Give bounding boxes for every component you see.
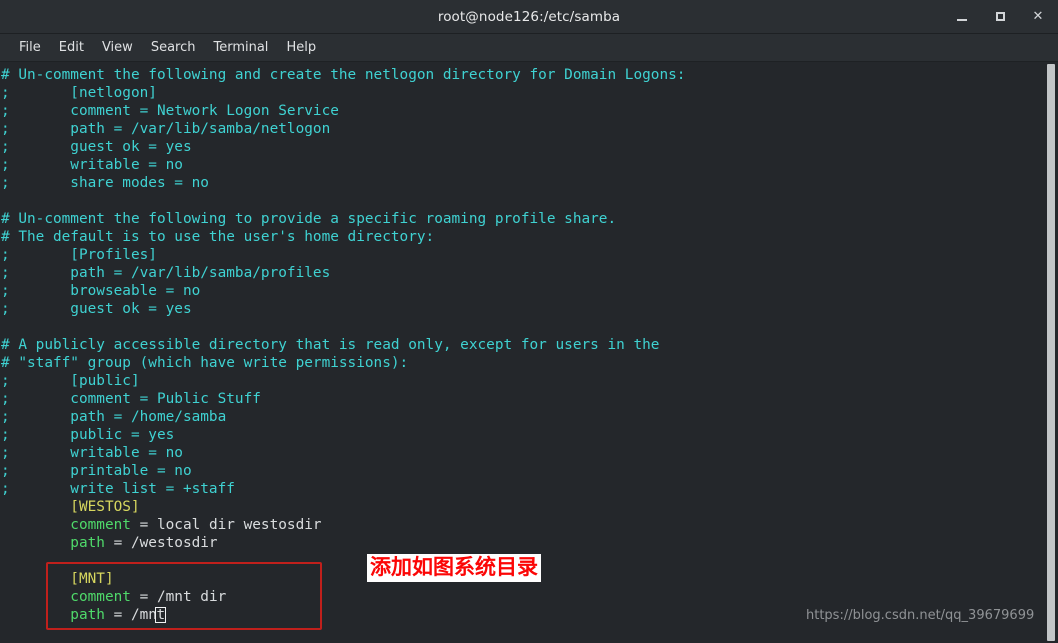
close-icon[interactable]: ✕	[1030, 9, 1046, 25]
editor-line: comment = /mnt dir	[1, 588, 685, 606]
title-bar: root@node126:/etc/samba ✕	[0, 0, 1058, 34]
editor-line-segment: # Un-comment the following to provide a …	[1, 211, 617, 227]
editor-line: ; path = /var/lib/samba/netlogon	[1, 120, 685, 138]
editor-line: ; comment = Network Logon Service	[1, 102, 685, 120]
editor-line: # Un-comment the following and create th…	[1, 66, 685, 84]
editor-line: [WESTOS]	[1, 498, 685, 516]
editor-line-segment: = /mnt dir	[130, 589, 227, 605]
menu-item-view[interactable]: View	[93, 38, 142, 57]
editor-line-segment: ; browseable = no	[1, 283, 201, 299]
text-cursor: t	[155, 607, 167, 623]
editor-line-segment: # A publicly accessible directory that i…	[1, 337, 660, 353]
editor-line-segment: path	[1, 535, 105, 551]
vim-status-line: "/etc/samba/smb.conf" 320L, 11428C 320,1…	[0, 622, 1058, 643]
editor-line-segment: = /westosdir	[104, 535, 218, 551]
editor-line: ; browseable = no	[1, 282, 685, 300]
menu-item-edit[interactable]: Edit	[50, 38, 93, 57]
editor-line: # The default is to use the user's home …	[1, 228, 685, 246]
editor-line: ; share modes = no	[1, 174, 685, 192]
editor-line-segment: [WESTOS]	[1, 499, 140, 515]
editor-line-segment: ; writable = no	[1, 157, 183, 173]
editor-line: ; guest ok = yes	[1, 138, 685, 156]
editor-line-segment: ; path = /var/lib/samba/profiles	[1, 265, 331, 281]
editor-line: ; [public]	[1, 372, 685, 390]
editor-line-segment: ; write list = +staff	[1, 481, 235, 497]
menu-item-search[interactable]: Search	[142, 38, 205, 57]
editor-line: [MNT]	[1, 570, 685, 588]
editor-line-segment: ; comment = Network Logon Service	[1, 103, 339, 119]
menu-item-terminal[interactable]: Terminal	[204, 38, 277, 57]
menu-item-help[interactable]: Help	[277, 38, 325, 57]
editor-line: ; guest ok = yes	[1, 300, 685, 318]
editor-line: ; [netlogon]	[1, 84, 685, 102]
editor-line: ; comment = Public Stuff	[1, 390, 685, 408]
terminal-body[interactable]: # Un-comment the following and create th…	[0, 62, 1058, 643]
editor-line-segment: = local dir westosdir	[130, 517, 322, 533]
editor-line-segment: [MNT]	[1, 571, 114, 587]
editor-line-segment: ; path = /home/samba	[1, 409, 227, 425]
editor-line-segment: = /mn	[104, 607, 157, 623]
editor-line-segment: # The default is to use the user's home …	[1, 229, 435, 245]
editor-line-segment: # "staff" group (which have write permis…	[1, 355, 409, 371]
editor-line-segment: ; share modes = no	[1, 175, 209, 191]
editor-text-area[interactable]: # Un-comment the following and create th…	[0, 62, 685, 624]
editor-line: # "staff" group (which have write permis…	[1, 354, 685, 372]
editor-line: ; write list = +staff	[1, 480, 685, 498]
terminal-window: root@node126:/etc/samba ✕ File Edit View…	[0, 0, 1058, 643]
watermark-text: https://blog.csdn.net/qq_39679699	[806, 608, 1035, 623]
editor-line: ; [Profiles]	[1, 246, 685, 264]
editor-line-segment: ; [netlogon]	[1, 85, 157, 101]
menu-item-file[interactable]: File	[10, 38, 50, 57]
annotation-chinese-label: 添加如图系统目录	[367, 554, 541, 582]
editor-line: ; path = /var/lib/samba/profiles	[1, 264, 685, 282]
editor-line: ; path = /home/samba	[1, 408, 685, 426]
editor-line-segment: ; printable = no	[1, 463, 192, 479]
editor-line: ; writable = no	[1, 444, 685, 462]
editor-line-segment: ; guest ok = yes	[1, 139, 192, 155]
menu-bar: File Edit View Search Terminal Help	[0, 34, 1058, 62]
maximize-icon[interactable]	[992, 9, 1008, 25]
editor-line-segment: comment	[1, 589, 131, 605]
editor-line-segment: ; path = /var/lib/samba/netlogon	[1, 121, 331, 137]
editor-line-segment: ; [public]	[1, 373, 140, 389]
editor-line: # A publicly accessible directory that i…	[1, 336, 685, 354]
editor-line-segment: path	[1, 607, 105, 623]
editor-line-segment: comment	[1, 517, 131, 533]
vertical-scrollbar[interactable]	[1044, 62, 1058, 643]
editor-line: ; printable = no	[1, 462, 685, 480]
minimize-icon[interactable]	[954, 9, 970, 25]
editor-line: comment = local dir westosdir	[1, 516, 685, 534]
editor-line: ; public = yes	[1, 426, 685, 444]
scrollbar-thumb[interactable]	[1047, 64, 1055, 641]
window-controls: ✕	[954, 9, 1058, 25]
editor-line-segment: ; comment = Public Stuff	[1, 391, 261, 407]
editor-line-segment: ; writable = no	[1, 445, 183, 461]
editor-line-segment: # Un-comment the following and create th…	[1, 67, 686, 83]
editor-line: path = /westosdir	[1, 534, 685, 552]
window-title: root@node126:/etc/samba	[437, 8, 621, 25]
editor-line: ; writable = no	[1, 156, 685, 174]
editor-line-segment: ; public = yes	[1, 427, 175, 443]
editor-line: # Un-comment the following to provide a …	[1, 210, 685, 228]
editor-line-segment: ; guest ok = yes	[1, 301, 192, 317]
editor-line-segment: ; [Profiles]	[1, 247, 157, 263]
